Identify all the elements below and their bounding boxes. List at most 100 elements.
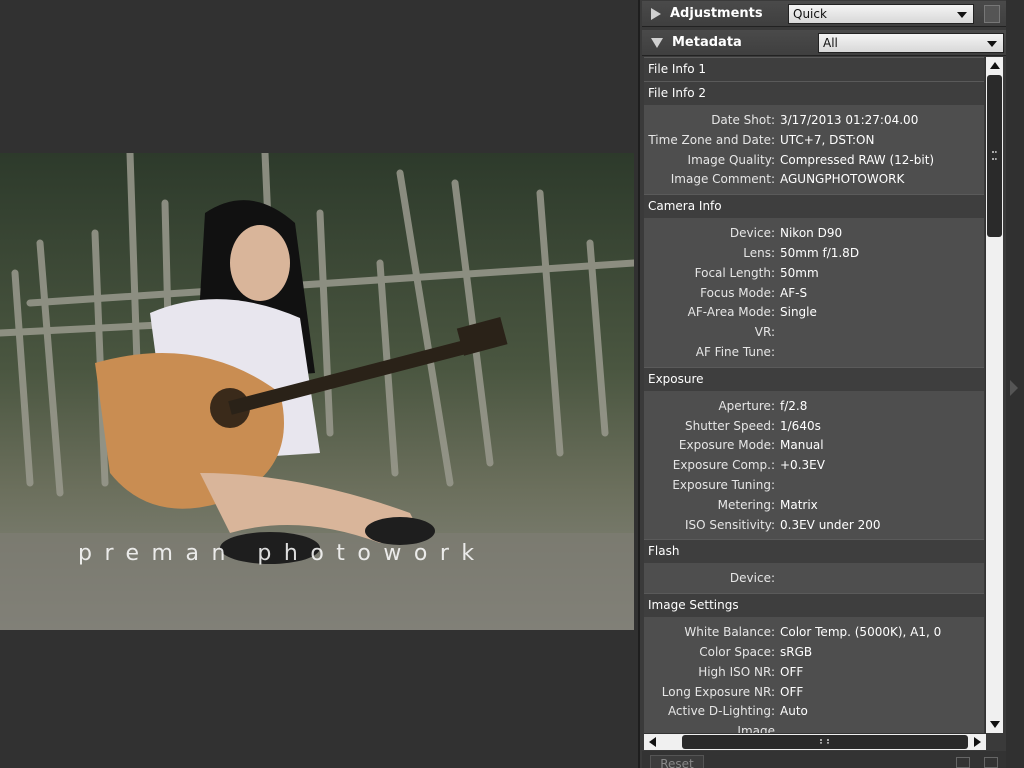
file-info-2-rows: Date Shot: 3/17/2013 01:27:04.00 Time Zon…	[644, 105, 984, 194]
scroll-down-icon[interactable]	[990, 721, 1000, 728]
metadata-value	[775, 343, 780, 363]
metadata-label: Aperture:	[718, 398, 775, 413]
metadata-value: AF-S	[780, 285, 808, 300]
adjustments-header[interactable]: Adjustments Quick	[642, 1, 1006, 27]
group-file-info-1[interactable]: File Info 1	[644, 57, 984, 81]
image-settings-rows: White Balance: Color Temp. (5000K), A1, 0…	[644, 617, 984, 733]
metadata-row: Aperture: f/2.8	[644, 397, 984, 417]
metadata-row: Shutter Speed: 1/640s	[644, 417, 984, 437]
metadata-label: Lens:	[743, 245, 775, 260]
panel-options-icon[interactable]	[984, 5, 1000, 23]
metadata-row: White Balance: Color Temp. (5000K), A1, 0	[644, 623, 984, 643]
group-flash[interactable]: Flash	[644, 539, 984, 564]
scroll-left-icon[interactable]	[649, 737, 656, 747]
metadata-value: +0.3EV	[780, 458, 825, 473]
metadata-label: Device:	[729, 571, 775, 586]
panel-collapse-strip[interactable]	[1006, 0, 1024, 768]
metadata-title: Metadata	[672, 35, 742, 50]
collapse-panel-icon[interactable]	[1010, 380, 1018, 396]
metadata-label: AF-Area Mode:	[687, 305, 775, 320]
metadata-row: AF Fine Tune:	[644, 343, 984, 363]
metadata-label: Focal Length:	[694, 265, 775, 280]
metadata-value	[775, 569, 780, 589]
metadata-label: AF Fine Tune:	[695, 344, 775, 359]
metadata-value	[775, 323, 780, 343]
metadata-value: OFF	[780, 684, 804, 699]
metadata-value: Single	[780, 305, 817, 320]
metadata-label: High ISO NR:	[698, 664, 775, 679]
metadata-row: Color Space: sRGB	[644, 643, 984, 663]
group-camera-info[interactable]: Camera Info	[644, 194, 984, 219]
flash-rows: Device:	[644, 563, 984, 593]
metadata-row: Lens: 50mm f/1.8D	[644, 244, 984, 264]
adjustments-title: Adjustments	[670, 6, 763, 21]
metadata-row: High ISO NR: OFF	[644, 663, 984, 683]
vertical-scrollbar[interactable]	[985, 57, 1003, 733]
horizontal-scrollbar[interactable]	[644, 733, 986, 750]
exposure-rows: Aperture: f/2.8 Shutter Speed: 1/640s Expo…	[644, 391, 984, 540]
metadata-row: AF-Area Mode: Single	[644, 303, 984, 323]
metadata-label: Shutter Speed:	[684, 418, 775, 433]
reset-button[interactable]: Reset	[650, 755, 704, 768]
metadata-label: Time Zone and Date:	[648, 132, 775, 147]
metadata-value	[775, 722, 780, 733]
metadata-row: Image Authentication:	[644, 722, 984, 733]
side-panel: Adjustments Quick Metadata All File Info…	[638, 0, 1006, 768]
metadata-label: Exposure Comp.:	[672, 458, 775, 473]
group-exposure[interactable]: Exposure	[644, 366, 984, 391]
metadata-row: Exposure Mode: Manual	[644, 436, 984, 456]
metadata-label: Metering:	[717, 497, 775, 512]
metadata-label: Image Quality:	[687, 152, 775, 167]
metadata-row: Time Zone and Date: UTC+7, DST:ON	[644, 131, 984, 151]
adjustments-dropdown[interactable]: Quick	[788, 4, 974, 24]
metadata-row: Date Shot: 3/17/2013 01:27:04.00	[644, 111, 984, 131]
grip-icon	[820, 739, 829, 744]
metadata-label: Exposure Mode:	[678, 438, 775, 453]
metadata-row: Image Quality: Compressed RAW (12-bit)	[644, 151, 984, 171]
collapse-triangle-icon[interactable]	[651, 37, 663, 48]
metadata-row: ISO Sensitivity: 0.3EV under 200	[644, 516, 984, 536]
metadata-value: sRGB	[780, 644, 813, 659]
metadata-value: 50mm	[780, 265, 819, 280]
metadata-label: Color Space:	[699, 644, 775, 659]
group-image-settings[interactable]: Image Settings	[644, 593, 984, 618]
metadata-value: 50mm f/1.8D	[780, 245, 860, 260]
metadata-label: Active D-Lighting:	[667, 704, 775, 719]
metadata-value: Color Temp. (5000K), A1, 0	[780, 625, 942, 640]
metadata-row: Device:	[644, 569, 984, 589]
save-icon[interactable]	[984, 757, 998, 768]
scroll-up-icon[interactable]	[990, 62, 1000, 69]
image-viewer: preman photowork	[0, 0, 638, 768]
metadata-list[interactable]: File Info 1 File Info 2 Date Shot: 3/17/2…	[644, 57, 984, 733]
metadata-label: VR:	[754, 325, 775, 340]
scroll-right-icon[interactable]	[974, 737, 981, 747]
photo-watermark: preman photowork	[78, 541, 487, 566]
metadata-value: 0.3EV under 200	[780, 517, 881, 532]
horizontal-scroll-thumb[interactable]	[682, 735, 968, 749]
metadata-label: Focus Mode:	[700, 285, 775, 300]
metadata-row: Exposure Tuning:	[644, 476, 984, 496]
metadata-value	[775, 476, 780, 496]
metadata-value: Auto	[780, 704, 808, 719]
metadata-label: Exposure Tuning:	[672, 477, 775, 492]
metadata-value: f/2.8	[780, 398, 808, 413]
panel-footer: Reset	[642, 751, 1006, 768]
metadata-label: Device:	[729, 226, 775, 241]
expand-triangle-icon[interactable]	[651, 7, 661, 20]
metadata-value: Matrix	[780, 497, 818, 512]
metadata-value: Manual	[780, 438, 824, 453]
edit-icon[interactable]	[956, 757, 970, 768]
vertical-scroll-thumb[interactable]	[987, 75, 1002, 237]
metadata-row: Device: Nikon D90	[644, 224, 984, 244]
metadata-value: Nikon D90	[780, 226, 843, 241]
metadata-row: Active D-Lighting: Auto	[644, 702, 984, 722]
metadata-value: Compressed RAW (12-bit)	[780, 152, 935, 167]
metadata-header[interactable]: Metadata All	[642, 30, 1006, 56]
metadata-label: ISO Sensitivity:	[684, 517, 775, 532]
metadata-label: Image Authentication:	[737, 724, 775, 733]
group-file-info-2[interactable]: File Info 2	[644, 81, 984, 105]
metadata-row: Long Exposure NR: OFF	[644, 683, 984, 703]
metadata-dropdown[interactable]: All	[818, 33, 1004, 53]
camera-info-rows: Device: Nikon D90 Lens: 50mm f/1.8D Focal …	[644, 218, 984, 367]
metadata-label: Date Shot:	[711, 113, 775, 127]
